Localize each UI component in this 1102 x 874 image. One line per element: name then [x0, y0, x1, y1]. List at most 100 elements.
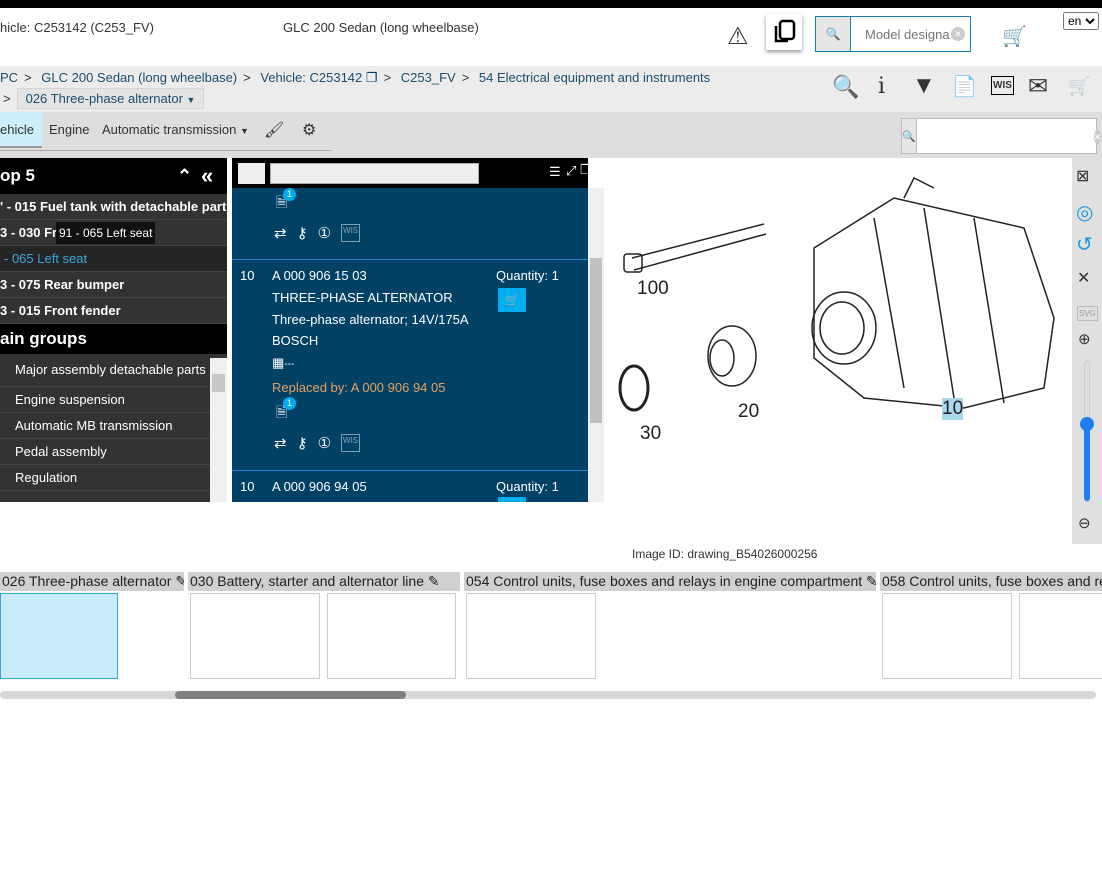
- breadcrumb-item[interactable]: Vehicle: C253142: [260, 70, 362, 85]
- paint-icon[interactable]: 🖌: [264, 120, 284, 140]
- breadcrumb-item[interactable]: C253_FV: [401, 70, 456, 85]
- parts-scrollbar[interactable]: [588, 188, 604, 502]
- tab-engine[interactable]: Engine: [49, 112, 89, 148]
- thumbnail[interactable]: [190, 593, 320, 679]
- main-group-item[interactable]: Major assembly detachable parts: [0, 354, 210, 387]
- replaced-by[interactable]: Replaced by: A 000 906 94 05: [272, 380, 445, 395]
- model-search[interactable]: 🔍 ✕: [815, 16, 971, 52]
- close-window-icon[interactable]: ⊠: [1076, 166, 1089, 186]
- add-to-cart-button[interactable]: [498, 497, 526, 502]
- copy-icon[interactable]: [766, 14, 802, 50]
- strip-group-header[interactable]: 026 Three-phase alternator ✎: [0, 572, 184, 591]
- cart-icon[interactable]: 🛒: [1068, 76, 1090, 97]
- main-group-item[interactable]: Regulation: [0, 465, 210, 491]
- tab-automatic-transmission[interactable]: Automatic transmission ▼: [102, 112, 249, 148]
- callout-100[interactable]: 100: [637, 278, 669, 300]
- unpin-icon[interactable]: ✕: [1077, 268, 1090, 288]
- thumbnail[interactable]: [466, 593, 596, 679]
- wis-icon[interactable]: WIS: [341, 434, 361, 452]
- part-number[interactable]: A 000 906 15 03: [272, 268, 367, 283]
- header: hicle: C253142 (C253_FV) GLC 200 Sedan (…: [0, 8, 1102, 66]
- clear-icon[interactable]: ✕: [1093, 130, 1102, 144]
- grid-icon[interactable]: ▦---: [272, 355, 294, 371]
- subgroup-dropdown[interactable]: 026 Three-phase alternator ▼: [16, 88, 205, 109]
- main-group-item[interactable]: Automatic MB transmission: [0, 413, 210, 439]
- top5-item[interactable]: 3 - 015 Front fender: [0, 298, 227, 324]
- top5-title: op 5: [0, 166, 35, 185]
- zoom-in-icon[interactable]: ⊕: [1078, 330, 1091, 348]
- info-circle-icon[interactable]: ①: [318, 434, 331, 452]
- key-icon[interactable]: ⚷: [297, 434, 308, 452]
- strip-scrollbar-thumb[interactable]: [175, 691, 406, 699]
- parts-search[interactable]: 🔍 ✕: [901, 118, 1102, 154]
- parts-filter-input[interactable]: [270, 163, 479, 184]
- collapse-icon[interactable]: ⌃: [177, 158, 192, 194]
- strip-scrollbar[interactable]: [0, 691, 1096, 699]
- strip-group-header[interactable]: 058 Control units, fuse boxes and relays: [880, 572, 1102, 591]
- drawing-area[interactable]: 100 20 30 10: [604, 158, 1072, 502]
- part-position: 10: [240, 268, 255, 283]
- search-icon[interactable]: 🔍: [816, 17, 851, 51]
- zoom-slider[interactable]: [1080, 360, 1094, 502]
- edit-icon[interactable]: ✎: [428, 573, 440, 589]
- language-select[interactable]: en: [1063, 12, 1099, 30]
- add-to-cart-button[interactable]: 🛒: [498, 288, 526, 312]
- expand-icon[interactable]: ⤢: [566, 163, 576, 179]
- model-search-input[interactable]: [851, 17, 951, 51]
- top5-item[interactable]: 3 - 075 Rear bumper: [0, 272, 227, 298]
- wis-icon[interactable]: WIS: [341, 224, 361, 242]
- document-alert-icon[interactable]: 📄: [952, 74, 977, 99]
- double-chevron-left-icon[interactable]: «: [201, 158, 213, 194]
- part-number[interactable]: A 000 906 94 05: [272, 479, 367, 494]
- top5-item-selected[interactable]: - 065 Left seat: [0, 246, 227, 272]
- strip-group-header[interactable]: 054 Control units, fuse boxes and relays…: [464, 572, 876, 591]
- thumbnail-selected[interactable]: [0, 593, 118, 679]
- select-box[interactable]: [238, 163, 265, 184]
- tab-vehicle[interactable]: ehicle: [0, 112, 42, 148]
- breadcrumb-item[interactable]: GLC 200 Sedan (long wheelbase): [41, 70, 237, 85]
- info-circle-icon[interactable]: ①: [318, 224, 331, 242]
- main-group-item[interactable]: Engine suspension: [0, 387, 210, 413]
- svg-download-icon[interactable]: SVG: [1077, 306, 1098, 321]
- target-icon[interactable]: ◎: [1076, 200, 1093, 225]
- callout-20[interactable]: 20: [738, 401, 759, 423]
- part-row[interactable]: 10 A 000 906 94 05 Quantity: 1: [232, 470, 588, 502]
- breadcrumb-item[interactable]: 54 Electrical equipment and instruments: [479, 70, 710, 85]
- swap-icon[interactable]: ⇄: [274, 434, 287, 452]
- swap-icon[interactable]: ⇄: [274, 224, 287, 242]
- thumbnail[interactable]: [327, 593, 456, 679]
- copy-icon[interactable]: ❐: [366, 70, 378, 85]
- zoom-search-icon[interactable]: 🔍: [832, 74, 859, 100]
- top5-item[interactable]: 3 - 030 Fro 91 - 065 Left seat: [0, 220, 227, 246]
- thumbnail[interactable]: [1019, 593, 1102, 679]
- top5-item[interactable]: ' - 015 Fuel tank with detachable parts: [0, 194, 227, 220]
- breadcrumb: PC > GLC 200 Sedan (long wheelbase) > Vehi…: [0, 66, 1102, 112]
- filter-icon[interactable]: ▼: [912, 72, 936, 100]
- breadcrumb-item[interactable]: PC: [0, 70, 18, 85]
- mail-edit-icon[interactable]: ✉: [1028, 72, 1048, 101]
- edit-icon[interactable]: ✎: [866, 573, 876, 589]
- main-group-item[interactable]: Pedal assembly: [0, 439, 210, 465]
- wis-icon[interactable]: WIS: [991, 76, 1014, 95]
- part-row[interactable]: 10 A 000 906 15 03 THREE-PHASE ALTERNATO…: [232, 259, 588, 470]
- key-icon[interactable]: ⚷: [297, 224, 308, 242]
- zoom-slider-handle[interactable]: [1080, 417, 1094, 431]
- warning-icon[interactable]: ⚠: [727, 22, 749, 51]
- history-icon[interactable]: ↺: [1076, 232, 1093, 257]
- clear-icon[interactable]: ✕: [951, 27, 965, 41]
- edit-icon[interactable]: ✎: [175, 573, 184, 589]
- info-icon[interactable]: i: [878, 74, 885, 99]
- search-icon[interactable]: 🔍: [902, 119, 917, 153]
- tools-icon[interactable]: ⚙: [302, 120, 316, 140]
- list-view-icon[interactable]: ☰: [549, 164, 561, 180]
- cart-add-icon[interactable]: 🛒: [1002, 24, 1027, 49]
- callout-30[interactable]: 30: [640, 423, 661, 445]
- callout-10[interactable]: 10: [942, 398, 964, 420]
- zoom-out-icon[interactable]: ⊖: [1078, 514, 1091, 532]
- quantity: Quantity: 1: [496, 268, 559, 283]
- copy-icon[interactable]: ❐: [580, 162, 588, 178]
- main-groups-scrollbar[interactable]: [210, 358, 227, 502]
- thumbnail[interactable]: [882, 593, 1012, 679]
- strip-group-header[interactable]: 030 Battery, starter and alternator line…: [188, 572, 460, 591]
- parts-search-input[interactable]: [916, 119, 1094, 153]
